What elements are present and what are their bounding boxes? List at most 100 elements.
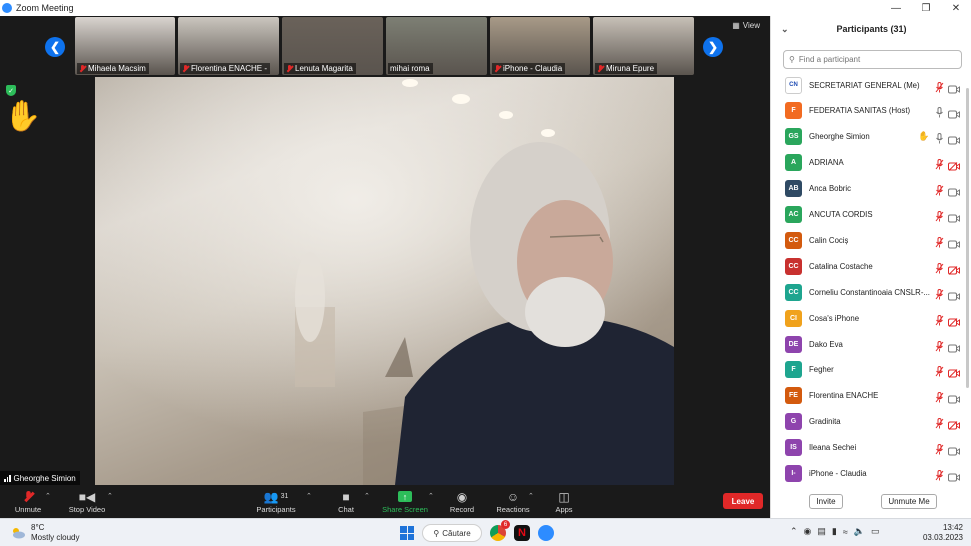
participant-row[interactable]: CC Catalina Costache xyxy=(771,253,966,279)
window-title: Zoom Meeting xyxy=(16,3,74,13)
mic-icon[interactable] xyxy=(935,131,944,144)
participant-row[interactable]: IS Ileana Sechei xyxy=(771,435,966,461)
participant-row[interactable]: I-iPhone - Claudia xyxy=(771,461,966,487)
mic-muted-icon[interactable] xyxy=(935,235,944,248)
video-thumbnail[interactable]: Florentina ENACHE - xyxy=(178,17,279,75)
participant-row[interactable]: GS Gheorghe Simion ✋ xyxy=(771,124,966,150)
leave-button[interactable]: Leave xyxy=(723,493,763,509)
video-camera-icon[interactable] xyxy=(948,443,960,456)
participant-row[interactable]: AC ANCUTA CORDIS xyxy=(771,202,966,228)
mic-muted-icon[interactable] xyxy=(935,157,944,170)
video-off-icon[interactable] xyxy=(948,417,960,431)
participant-row[interactable]: G Gradinita xyxy=(771,409,966,435)
mic-muted-icon[interactable] xyxy=(935,313,944,326)
video-camera-icon[interactable] xyxy=(948,184,960,197)
participants-options-caret-icon[interactable]: ⌃ xyxy=(306,492,312,500)
windows-start-icon[interactable] xyxy=(400,526,414,540)
participant-row[interactable]: FE Florentina ENACHE xyxy=(771,383,966,409)
minimize-button[interactable]: — xyxy=(881,0,911,16)
video-camera-icon[interactable] xyxy=(948,391,960,404)
mic-muted-icon[interactable] xyxy=(935,364,944,377)
mic-muted-icon[interactable] xyxy=(935,261,944,274)
video-off-icon[interactable] xyxy=(948,262,960,275)
participant-row[interactable]: DE Dako Eva xyxy=(771,331,966,357)
participant-name: FEDERATIA SANITAS (Host) xyxy=(809,106,911,116)
tray-app-icon[interactable]: ▮ xyxy=(832,526,837,537)
participant-row[interactable]: CI Cosa's iPhone xyxy=(771,305,966,331)
netflix-icon[interactable]: N xyxy=(514,525,530,541)
mic-muted-icon[interactable] xyxy=(935,468,944,481)
participant-row[interactable]: CC Calin Cociș xyxy=(771,227,966,253)
participant-row[interactable]: F FEDERATIA SANITAS (Host) xyxy=(771,98,966,124)
chevron-down-icon[interactable]: ⌄ xyxy=(781,24,789,35)
mic-muted-icon[interactable] xyxy=(935,416,944,429)
tray-app-icon[interactable]: ◉ xyxy=(804,526,812,537)
zoom-taskbar-icon[interactable] xyxy=(538,525,554,541)
video-camera-icon[interactable] xyxy=(948,469,960,482)
participant-row[interactable]: AB Anca Bobric xyxy=(771,176,966,202)
video-camera-icon[interactable] xyxy=(948,210,960,223)
video-camera-icon[interactable] xyxy=(948,132,960,145)
video-thumbnail[interactable]: Lenuta Magarita xyxy=(282,17,383,75)
mic-muted-icon[interactable] xyxy=(935,390,944,403)
chrome-icon[interactable]: 6 xyxy=(490,520,510,541)
invite-button[interactable]: Invite xyxy=(809,494,843,509)
prev-page-button[interactable]: ❮ xyxy=(45,37,65,57)
participant-row[interactable]: A ADRIANA xyxy=(771,150,966,176)
search-input[interactable] xyxy=(798,55,949,64)
video-options-caret-icon[interactable]: ⌃ xyxy=(107,492,113,500)
mic-muted-icon[interactable] xyxy=(935,339,944,351)
unmute-me-button[interactable]: Unmute Me xyxy=(881,494,937,509)
participants-button[interactable]: 👥 31 Participants xyxy=(254,488,298,515)
audio-options-caret-icon[interactable]: ⌃ xyxy=(45,492,51,500)
chat-options-caret-icon[interactable]: ⌃ xyxy=(364,492,370,500)
taskbar-search[interactable]: ⚲ Căutare xyxy=(422,524,482,542)
mic-muted-icon[interactable] xyxy=(935,209,944,222)
mic-muted-icon[interactable] xyxy=(935,80,944,92)
weather-widget[interactable]: 8°C Mostly cloudy xyxy=(10,523,79,543)
mic-icon[interactable] xyxy=(935,105,944,118)
mic-muted-icon[interactable] xyxy=(935,183,944,196)
video-off-icon[interactable] xyxy=(948,158,960,172)
participant-row[interactable]: F Fegher xyxy=(771,357,966,383)
next-page-button[interactable]: ❯ xyxy=(703,37,723,57)
chevron-up-icon[interactable]: ⌃ xyxy=(790,526,798,537)
mic-muted-icon[interactable] xyxy=(935,442,944,455)
record-button[interactable]: ◉ Record xyxy=(448,488,476,515)
video-off-icon[interactable] xyxy=(948,365,960,379)
participant-search[interactable]: ⚲ xyxy=(783,50,962,69)
video-thumbnail[interactable]: iPhone - Claudia xyxy=(490,17,590,75)
share-options-caret-icon[interactable]: ⌃ xyxy=(428,492,434,500)
reactions-options-caret-icon[interactable]: ⌃ xyxy=(528,492,534,500)
share-screen-button[interactable]: ↑ Share Screen xyxy=(382,488,428,514)
view-button[interactable]: ▦ View xyxy=(732,21,760,30)
scrollbar[interactable] xyxy=(966,88,969,388)
close-button[interactable]: ✕ xyxy=(941,0,971,16)
reactions-button[interactable]: ☺ Reactions xyxy=(495,488,531,515)
wifi-icon[interactable]: ≈ xyxy=(843,527,848,537)
zoom-app: Zoom Meeting — ❐ ✕ ❮ Mihaela Macsim Flor… xyxy=(0,0,971,546)
video-camera-icon[interactable] xyxy=(948,340,960,352)
chat-button[interactable]: ■ Chat xyxy=(333,488,359,515)
restore-button[interactable]: ❐ xyxy=(911,0,941,16)
mic-muted-icon[interactable] xyxy=(935,287,944,300)
video-camera-icon[interactable] xyxy=(948,81,960,93)
apps-button[interactable]: ◫ Apps xyxy=(553,488,575,515)
participant-row[interactable]: CN SECRETARIAT GENERAL (Me) xyxy=(771,72,966,98)
unmute-button[interactable]: Unmute xyxy=(12,488,44,514)
tray-app-icon[interactable]: ▤ xyxy=(817,526,826,537)
video-thumbnail[interactable]: Miruna Epure xyxy=(593,17,694,75)
video-thumbnail[interactable]: mihai roma xyxy=(386,17,487,75)
video-off-icon[interactable] xyxy=(948,314,960,327)
video-camera-icon[interactable] xyxy=(948,288,960,301)
speaker-icon[interactable]: 🔈 xyxy=(854,526,865,537)
system-clock[interactable]: 13:42 03.03.2023 xyxy=(923,523,963,543)
participant-list: CN SECRETARIAT GENERAL (Me) F FEDERATIA SAN… xyxy=(771,72,971,486)
video-camera-icon[interactable] xyxy=(948,236,960,249)
battery-icon[interactable]: ▭ xyxy=(871,526,880,537)
participant-row[interactable]: CC Corneliu Constantinoaia CNSLR-... xyxy=(771,279,966,305)
stop-video-button[interactable]: ■◀ Stop Video xyxy=(66,488,108,515)
video-thumbnail[interactable]: Mihaela Macsim xyxy=(75,17,175,75)
avatar: GS xyxy=(785,128,802,146)
video-camera-icon[interactable] xyxy=(948,106,960,119)
